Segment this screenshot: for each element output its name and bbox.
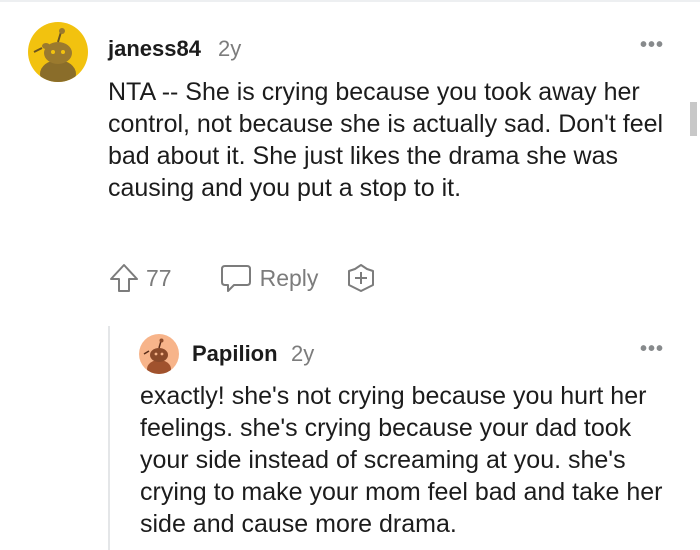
upvote-button[interactable]: 77 — [108, 262, 172, 294]
timestamp: 2y — [291, 341, 315, 366]
username[interactable]: Papilion — [192, 341, 278, 367]
username[interactable]: janess84 — [108, 36, 201, 62]
timestamp: 2y — [218, 36, 242, 61]
reply-button[interactable]: Reply — [220, 263, 319, 293]
avatar[interactable] — [139, 334, 179, 374]
more-options-icon[interactable]: ••• — [640, 338, 664, 361]
scrollbar[interactable] — [690, 102, 697, 136]
speech-bubble-icon — [220, 265, 251, 292]
reply-label: Reply — [259, 264, 319, 291]
avatar[interactable] — [28, 22, 88, 82]
snoo-avatar-icon — [143, 338, 171, 374]
upvote-icon — [110, 264, 138, 292]
comment-actions: 77 Reply — [108, 262, 376, 294]
thread-line[interactable] — [108, 326, 110, 550]
comment-body: NTA -- She is crying because you took aw… — [108, 78, 664, 202]
comment-body: exactly! she's not crying because you hu… — [140, 382, 663, 538]
award-button[interactable] — [346, 263, 376, 293]
award-plus-icon — [348, 264, 375, 292]
top-divider — [0, 0, 700, 2]
more-options-icon[interactable]: ••• — [640, 34, 664, 57]
vote-count: 77 — [146, 264, 172, 291]
snoo-avatar-icon — [33, 28, 76, 82]
